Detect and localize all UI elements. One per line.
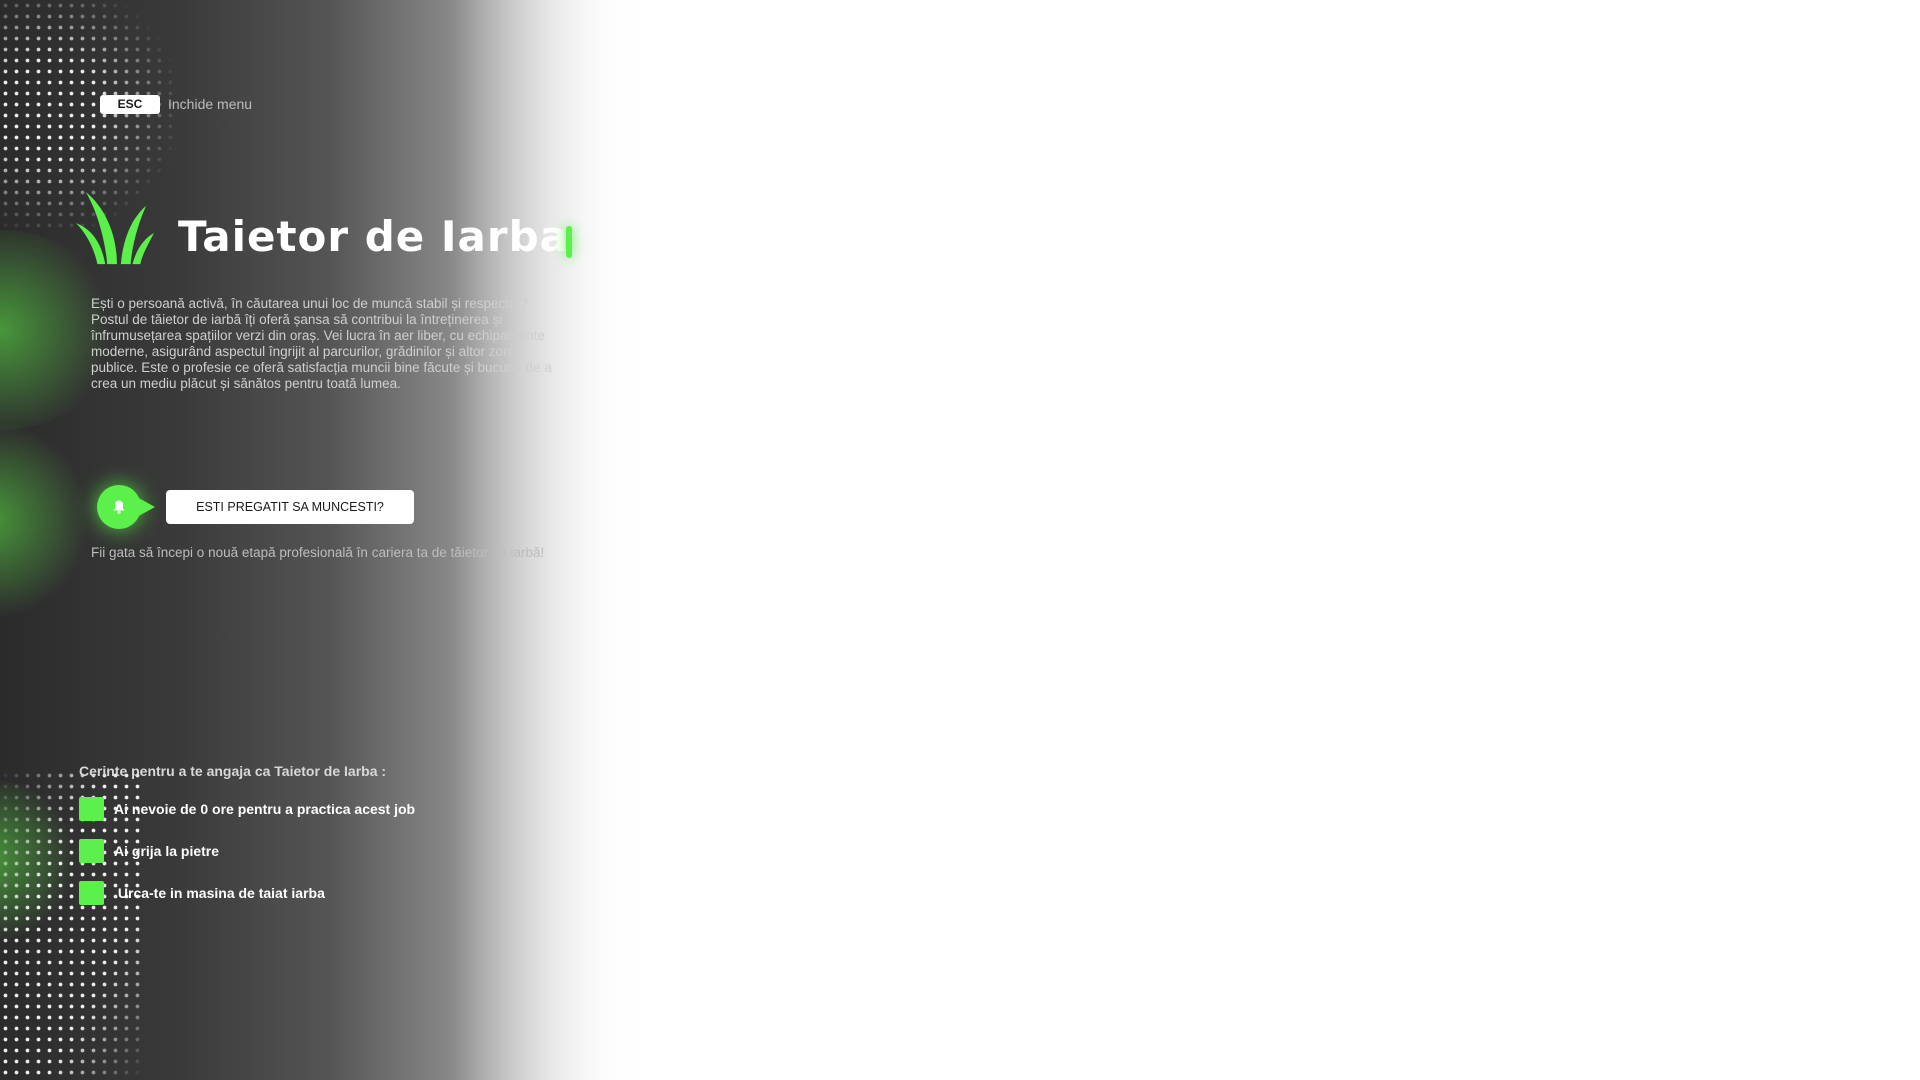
fade-overlay [450, 0, 670, 1080]
job-description: Ești o persoană activă, în căutarea unui… [91, 296, 552, 391]
close-menu-label: Inchide menu [168, 96, 253, 112]
job-title: Taietor de Iarba [178, 212, 569, 261]
esc-close-hint[interactable]: ESC Inchide menu [100, 94, 252, 114]
requirement-item: Ai grija la pietre [79, 839, 219, 863]
start-job-button[interactable]: ESTI PREGATIT SA MUNCESTI? [166, 490, 414, 524]
requirement-label: Ai nevoie de 0 ore pentru a practica ace… [114, 801, 416, 817]
requirement-check-icon [79, 839, 104, 863]
requirements-title: Cerinte pentru a te angaja ca Taietor de… [79, 763, 387, 779]
requirement-label: Urca-te in masina de taiat iarba [114, 885, 325, 901]
job-menu-screen: ESC Inchide menu Taietor de Iarba Ești o… [0, 0, 1920, 1080]
requirement-check-icon [79, 881, 104, 905]
cta-bell-circle [97, 485, 141, 529]
bell-icon [113, 500, 125, 514]
requirement-label: Ai grija la pietre [114, 843, 220, 859]
esc-key-badge[interactable]: ESC [100, 94, 160, 114]
title-accent-bar [566, 226, 572, 258]
requirement-item: Ai nevoie de 0 ore pentru a practica ace… [79, 797, 415, 821]
cta-bell-badge [97, 485, 157, 529]
requirement-item: Urca-te in masina de taiat iarba [79, 881, 325, 905]
requirement-check-icon [79, 797, 104, 821]
green-glow-middle [0, 420, 90, 620]
grass-icon [76, 191, 154, 265]
cta-subtitle: Fii gata să începi o nouă etapă profesio… [91, 545, 545, 560]
